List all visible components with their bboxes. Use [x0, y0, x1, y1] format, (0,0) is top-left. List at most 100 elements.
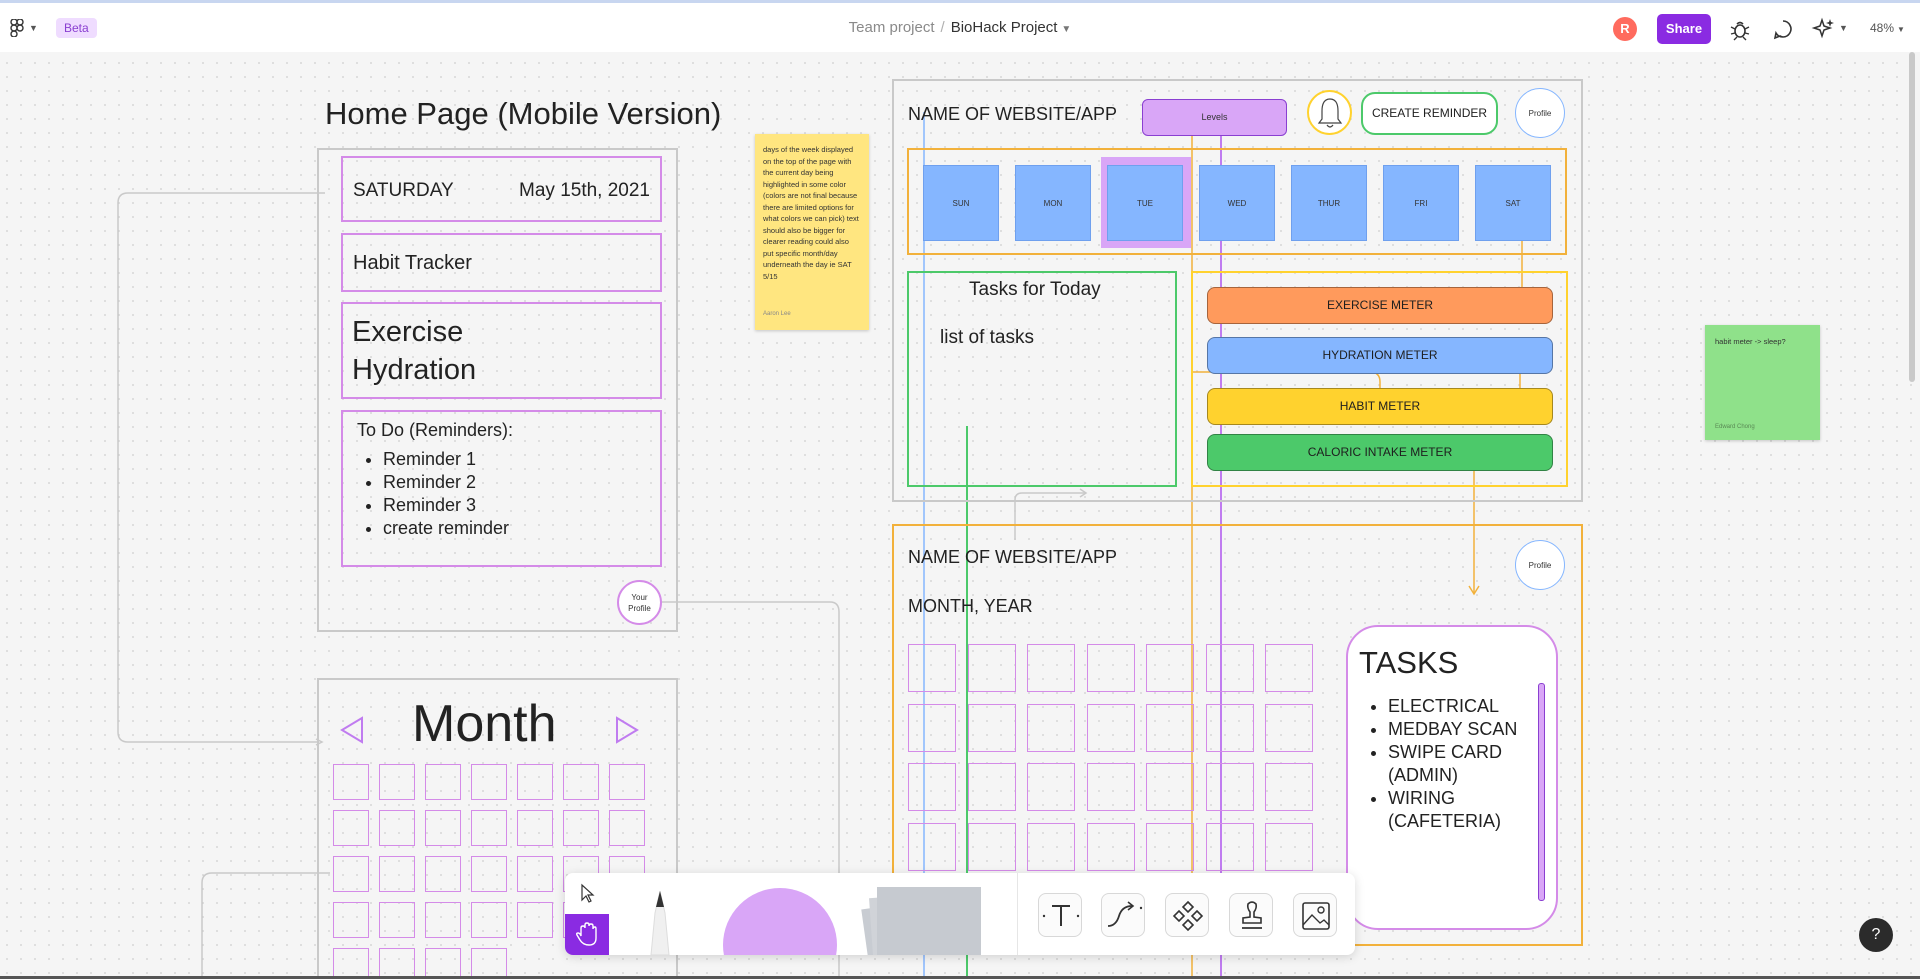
day-tile-sun[interactable]: SUN — [923, 165, 999, 241]
calendar-day-cell[interactable] — [967, 822, 1016, 871]
calendar-day-cell[interactable] — [425, 948, 461, 979]
calendar-day-cell[interactable] — [1027, 644, 1075, 692]
calendar-day-cell[interactable] — [1205, 822, 1254, 871]
task-item[interactable]: SWIPE CARD (ADMIN) — [1388, 741, 1538, 787]
exercise-hydration-box[interactable]: Exercise Hydration — [341, 302, 662, 399]
calendar-day-cell[interactable] — [1265, 822, 1313, 871]
tasks-panel[interactable]: TASKS ELECTRICAL MEDBAY SCAN SWIPE CARD … — [1346, 625, 1558, 930]
calendar-day-cell[interactable] — [908, 763, 956, 811]
stamp-tool-button[interactable] — [1229, 893, 1273, 937]
next-month-icon[interactable] — [613, 715, 641, 745]
your-profile-circle[interactable]: Your Profile — [617, 580, 662, 625]
calendar-day-cell[interactable] — [517, 902, 553, 938]
calendar-day-cell[interactable] — [908, 644, 956, 692]
calendar-day-cell[interactable] — [333, 902, 369, 938]
todo-item[interactable]: Reminder 1 — [383, 448, 509, 471]
calendar-day-cell[interactable] — [425, 856, 461, 892]
calendar-day-cell[interactable] — [1027, 763, 1075, 811]
calendar-day-cell[interactable] — [563, 810, 599, 846]
calendar-day-cell[interactable] — [1146, 763, 1194, 811]
task-item[interactable]: ELECTRICAL — [1388, 695, 1538, 718]
prev-month-icon[interactable] — [338, 715, 366, 745]
calendar-day-cell[interactable] — [1265, 644, 1313, 692]
calendar-day-cell[interactable] — [1086, 822, 1135, 871]
calendar-day-cell[interactable] — [425, 764, 461, 800]
todo-item[interactable]: create reminder — [383, 517, 509, 540]
pen-tool-button[interactable] — [635, 883, 685, 955]
calendar-day-cell[interactable] — [1265, 703, 1313, 752]
day-tile-fri[interactable]: FRI — [1383, 165, 1459, 241]
calendar-day-cell[interactable] — [379, 902, 415, 938]
calendar-day-cell[interactable] — [1205, 703, 1254, 752]
calendar-day-cell[interactable] — [1205, 644, 1254, 692]
hand-tool-button[interactable] — [565, 914, 609, 955]
calendar-day-cell[interactable] — [1027, 822, 1075, 871]
calendar-day-cell[interactable] — [333, 810, 369, 846]
sticky-note-yellow[interactable]: days of the week displayed on the top of… — [755, 134, 869, 330]
calendar-day-cell[interactable] — [333, 764, 369, 800]
task-item[interactable]: WIRING (CAFETERIA) — [1388, 787, 1538, 833]
day-tile-wed[interactable]: WED — [1199, 165, 1275, 241]
calendar-day-cell[interactable] — [908, 822, 956, 871]
date-header-box[interactable]: SATURDAY May 15th, 2021 — [341, 156, 662, 222]
calendar-day-cell[interactable] — [517, 856, 553, 892]
day-tile-mon[interactable]: MON — [1015, 165, 1091, 241]
meter-habit-meter[interactable]: HABIT METER — [1207, 388, 1553, 425]
levels-button[interactable]: Levels — [1142, 99, 1287, 136]
help-button[interactable]: ? — [1859, 918, 1893, 952]
calendar-day-cell[interactable] — [379, 764, 415, 800]
tasks-scrollbar[interactable] — [1538, 683, 1545, 901]
calendar-day-cell[interactable] — [471, 856, 507, 892]
text-tool-button[interactable] — [1038, 893, 1082, 937]
calendar-day-cell[interactable] — [471, 764, 507, 800]
calendar-day-cell[interactable] — [1086, 703, 1135, 752]
task-item[interactable]: MEDBAY SCAN — [1388, 718, 1538, 741]
meter-hydration-meter[interactable]: HYDRATION METER — [1207, 337, 1553, 374]
connector-tool-button[interactable] — [1101, 893, 1145, 937]
calendar-day-cell[interactable] — [471, 948, 507, 979]
calendar-day-cell[interactable] — [967, 763, 1016, 811]
calendar-day-cell[interactable] — [333, 948, 369, 979]
calendar-day-cell[interactable] — [1146, 644, 1194, 692]
calendar-day-cell[interactable] — [425, 810, 461, 846]
calendar-day-cell[interactable] — [1146, 822, 1194, 871]
calendar-day-cell[interactable] — [517, 764, 553, 800]
calendar-day-cell[interactable] — [1146, 703, 1194, 752]
calendar-day-cell[interactable] — [471, 902, 507, 938]
sticky-note-green[interactable]: habit meter -> sleep? Edward Chong — [1705, 325, 1820, 440]
calendar-day-cell[interactable] — [1086, 644, 1135, 692]
calendar-day-cell[interactable] — [1086, 763, 1135, 811]
calendar-day-cell[interactable] — [967, 644, 1016, 692]
calendar-day-cell[interactable] — [517, 810, 553, 846]
calendar-profile-circle[interactable]: Profile — [1515, 540, 1565, 590]
meter-caloric-intake-meter[interactable]: CALORIC INTAKE METER — [1207, 434, 1553, 471]
calendar-day-cell[interactable] — [1205, 763, 1254, 811]
meter-exercise-meter[interactable]: EXERCISE METER — [1207, 287, 1553, 324]
calendar-day-cell[interactable] — [1027, 703, 1075, 752]
tasks-today-box[interactable]: Tasks for Today list of tasks — [907, 271, 1177, 487]
notification-bell-button[interactable] — [1307, 90, 1352, 135]
calendar-day-cell[interactable] — [379, 810, 415, 846]
calendar-day-cell[interactable] — [333, 856, 369, 892]
todo-item[interactable]: Reminder 3 — [383, 494, 509, 517]
calendar-day-cell[interactable] — [379, 856, 415, 892]
todo-box[interactable]: To Do (Reminders): Reminder 1 Reminder 2… — [341, 410, 662, 567]
component-tool-button[interactable] — [1165, 893, 1209, 937]
calendar-day-cell[interactable] — [609, 764, 645, 800]
calendar-day-cell[interactable] — [379, 948, 415, 979]
day-tile-thur[interactable]: THUR — [1291, 165, 1367, 241]
profile-circle[interactable]: Profile — [1515, 88, 1565, 138]
calendar-day-cell[interactable] — [563, 764, 599, 800]
create-reminder-button[interactable]: CREATE REMINDER — [1361, 92, 1498, 135]
todo-item[interactable]: Reminder 2 — [383, 471, 509, 494]
image-tool-button[interactable] — [1293, 893, 1337, 937]
habit-tracker-box[interactable]: Habit Tracker — [341, 233, 662, 292]
day-tile-tue[interactable]: TUE — [1107, 165, 1183, 241]
move-tool-button[interactable] — [565, 873, 609, 914]
calendar-day-cell[interactable] — [471, 810, 507, 846]
day-tile-sat[interactable]: SAT — [1475, 165, 1551, 241]
calendar-day-cell[interactable] — [609, 810, 645, 846]
calendar-day-cell[interactable] — [908, 703, 956, 752]
calendar-day-cell[interactable] — [967, 703, 1016, 752]
shape-tool-button[interactable] — [723, 888, 837, 955]
